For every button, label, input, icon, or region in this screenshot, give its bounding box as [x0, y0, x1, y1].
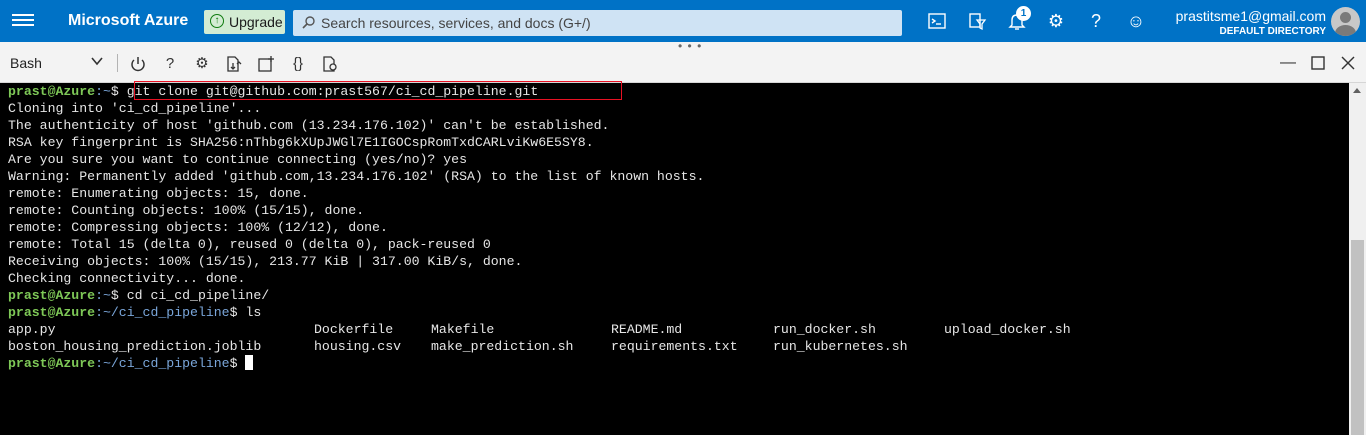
search-icon [302, 16, 315, 29]
upgrade-label: Upgrade [229, 14, 283, 30]
output-line: Cloning into 'ci_cd_pipeline'... [8, 101, 262, 116]
close-icon[interactable] [1339, 54, 1357, 72]
file-entry: upload_docker.sh [944, 322, 1071, 337]
help-icon[interactable]: ? [1086, 11, 1106, 31]
power-icon[interactable] [129, 55, 147, 73]
output-line: Are you sure you want to continue connec… [8, 152, 467, 167]
upgrade-button[interactable]: ↑ Upgrade [204, 10, 285, 34]
output-line: The authenticity of host 'github.com (13… [8, 118, 610, 133]
terminal-scrollbar[interactable] [1349, 83, 1366, 435]
output-line: remote: Compressing objects: 100% (12/12… [8, 220, 388, 235]
avatar[interactable] [1331, 7, 1360, 36]
prompt-user: prast@Azure [8, 84, 96, 99]
scrollbar-thumb[interactable] [1351, 240, 1364, 435]
file-entry: Dockerfile [314, 322, 394, 337]
resize-handle[interactable]: • • • [678, 39, 702, 53]
file-entry: run_kubernetes.sh [773, 339, 908, 354]
output-line: remote: Counting objects: 100% (15/15), … [8, 203, 365, 218]
output-line: remote: Enumerating objects: 15, done. [8, 186, 309, 201]
settings-icon[interactable]: ⚙ [1046, 11, 1066, 31]
prompt-line: prast@Azure:~/ci_cd_pipeline$ ls [8, 305, 262, 320]
minimize-icon[interactable]: — [1279, 54, 1297, 72]
editor-braces-icon[interactable]: {} [289, 55, 307, 73]
prompt-path: :~/ci_cd_pipeline [95, 305, 230, 320]
notification-badge: 1 [1016, 6, 1031, 21]
maximize-icon[interactable] [1309, 54, 1327, 72]
feedback-icon[interactable]: ☺ [1126, 11, 1146, 31]
prompt-line: prast@Azure:~$ cd ci_cd_pipeline/ [8, 288, 270, 303]
prompt-user: prast@Azure [8, 305, 96, 320]
menu-icon[interactable] [12, 11, 34, 31]
prompt-path: :~ [95, 84, 111, 99]
file-entry: make_prediction.sh [431, 339, 574, 354]
help-icon[interactable]: ? [161, 55, 179, 73]
output-line: RSA key fingerprint is SHA256:nThbg6kXUp… [8, 135, 594, 150]
file-entry: boston_housing_prediction.joblib [8, 339, 262, 354]
prompt-path: :~/ci_cd_pipeline [95, 356, 230, 371]
output-line: Checking connectivity... done. [8, 271, 246, 286]
global-search[interactable] [293, 10, 902, 36]
toolbar-divider [117, 54, 118, 72]
new-session-icon[interactable] [257, 55, 275, 73]
command-highlight-box [134, 81, 622, 100]
file-entry: requirements.txt [611, 339, 738, 354]
account-menu[interactable]: prastitsme1@gmail.com DEFAULT DIRECTORY [1176, 8, 1326, 37]
account-directory: DEFAULT DIRECTORY [1219, 26, 1326, 37]
prompt-user: prast@Azure [8, 288, 96, 303]
cloud-shell-icon[interactable] [927, 11, 947, 31]
cloud-shell-toolbar: • • • Bash ? ⚙ {} — [0, 39, 1366, 83]
scroll-up-icon[interactable] [1353, 88, 1361, 93]
command-text: ls [245, 305, 262, 320]
terminal[interactable]: prast@Azure:~$ git clone git@github.com:… [0, 81, 1349, 435]
search-input[interactable] [321, 10, 881, 36]
command-text: cd ci_cd_pipeline/ [126, 288, 270, 303]
output-line: remote: Total 15 (delta 0), reused 0 (de… [8, 237, 491, 252]
terminal-cursor [245, 355, 254, 370]
upgrade-icon: ↑ [210, 14, 224, 28]
file-entry: housing.csv [314, 339, 402, 354]
azure-top-bar: Microsoft Azure ↑ Upgrade 1 ⚙ ? ☺ prasti… [0, 0, 1366, 42]
prompt-path: :~ [95, 288, 111, 303]
output-line: Warning: Permanently added 'github.com,1… [8, 169, 705, 184]
directory-filter-icon[interactable] [967, 11, 987, 31]
upload-download-icon[interactable] [225, 55, 243, 73]
web-preview-icon[interactable] [321, 55, 339, 73]
prompt-line: prast@Azure:~/ci_cd_pipeline$ [8, 355, 254, 372]
shell-type-select[interactable]: Bash [10, 55, 42, 71]
chevron-down-icon[interactable] [90, 54, 104, 68]
settings-icon[interactable]: ⚙ [193, 55, 211, 73]
file-entry: Makefile [431, 322, 495, 337]
brand-title[interactable]: Microsoft Azure [68, 12, 188, 30]
file-entry: run_docker.sh [773, 322, 876, 337]
file-entry: app.py [8, 322, 56, 337]
prompt-user: prast@Azure [8, 356, 96, 371]
output-line: Receiving objects: 100% (15/15), 213.77 … [8, 254, 523, 269]
account-email: prastitsme1@gmail.com [1175, 8, 1326, 24]
file-entry: README.md [611, 322, 683, 337]
